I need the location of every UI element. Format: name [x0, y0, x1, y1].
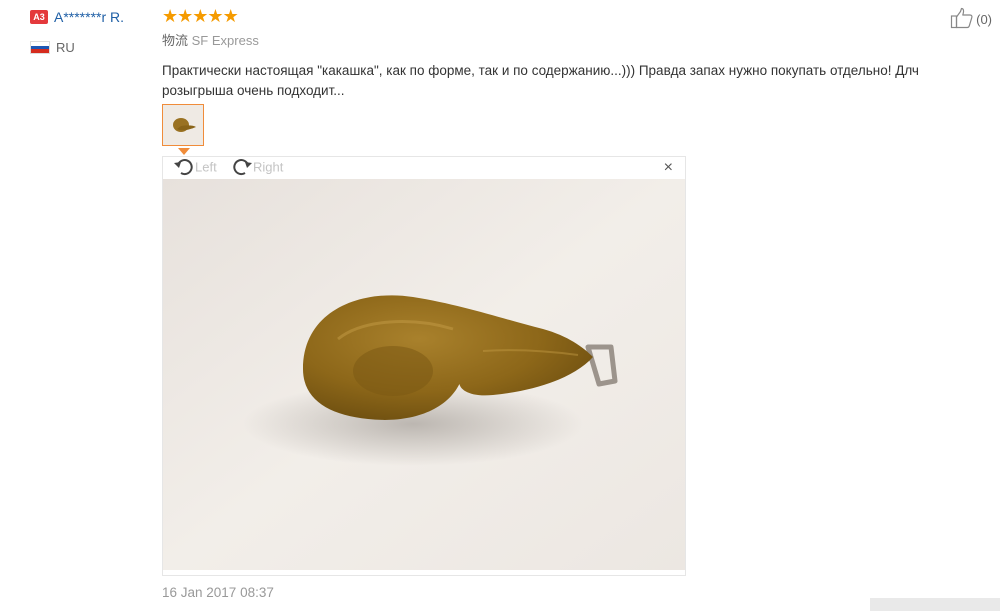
review-date: 16 Jan 2017 08:37 — [162, 585, 274, 600]
reviewer-level-badge: A3 — [30, 9, 48, 24]
reviewer-name-row: A3 A*******r R. — [30, 8, 155, 26]
star-icon: ★ — [192, 6, 208, 26]
review-text: Практически настоящая "какашка", как по … — [162, 63, 919, 98]
reviewer-info: A3 A*******r R. RU — [30, 8, 155, 55]
review-photo — [163, 179, 685, 570]
helpful-count: (0) — [976, 12, 992, 27]
star-icon: ★ — [177, 6, 193, 26]
review-body: ★★★★★ 物流 SF Express Практически настояща… — [162, 6, 992, 101]
thumbs-up-icon — [950, 7, 974, 32]
country-code: RU — [56, 40, 75, 56]
star-icon: ★ — [207, 6, 223, 26]
star-icon: ★ — [222, 6, 239, 26]
close-icon[interactable]: × — [664, 160, 673, 176]
thumbnail-pointer — [178, 148, 190, 155]
rotate-left-button[interactable]: Left — [173, 157, 217, 177]
reviewer-name[interactable]: A*******r R. — [54, 9, 124, 25]
reviewer-country: RU — [30, 39, 155, 55]
photo-viewer: Left Right × — [162, 156, 686, 576]
rotate-right-icon — [233, 159, 252, 176]
rotate-right-label: Right — [253, 159, 284, 175]
viewer-toolbar: Left Right × — [163, 157, 685, 179]
review-photo-thumbnail[interactable] — [162, 104, 204, 146]
logistics-label: 物流 — [162, 33, 189, 48]
russia-flag-icon — [30, 41, 50, 55]
logistics-info: 物流 SF Express — [162, 30, 992, 49]
helpful-button[interactable]: (0) — [950, 7, 992, 32]
logistics-value: SF Express — [191, 33, 259, 48]
rotate-right-button[interactable]: Right — [231, 157, 283, 177]
star-icon: ★ — [162, 6, 178, 26]
rotate-left-icon — [174, 159, 193, 176]
rotate-left-label: Left — [195, 159, 217, 175]
rating-stars: ★★★★★ — [162, 6, 992, 26]
floating-panel-edge — [870, 598, 1000, 611]
